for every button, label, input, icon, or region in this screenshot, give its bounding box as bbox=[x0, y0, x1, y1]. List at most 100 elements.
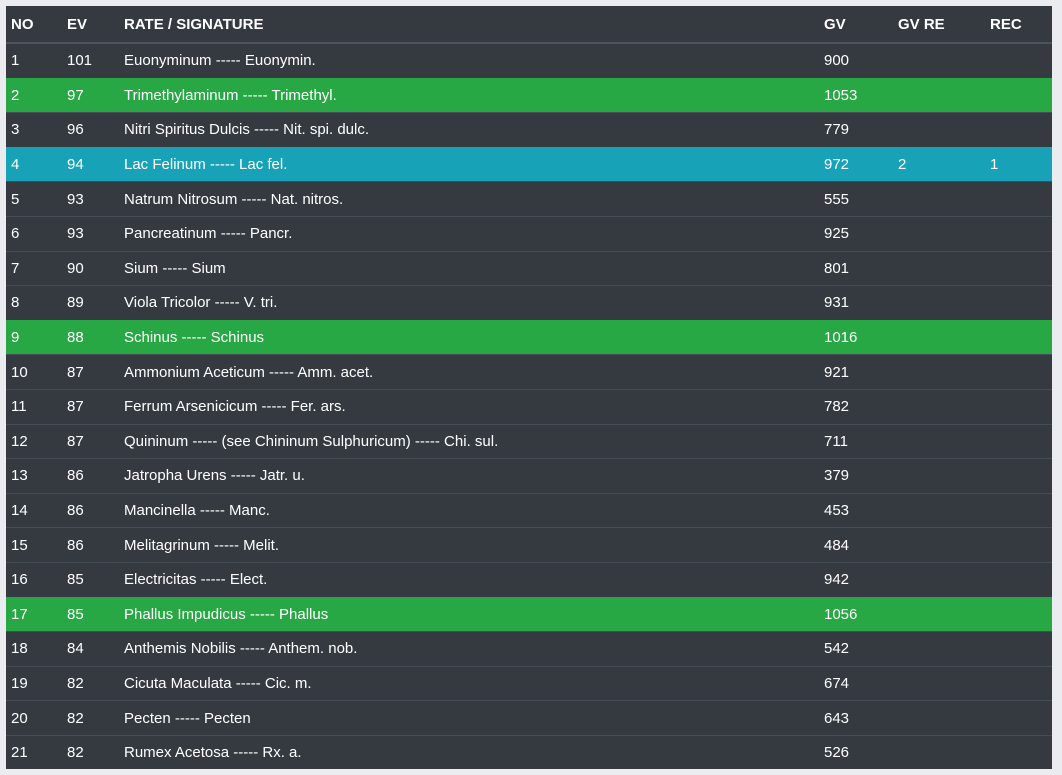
cell-gv: 972 bbox=[818, 146, 893, 182]
cell-ev: 86 bbox=[62, 527, 122, 563]
cell-gv-re bbox=[893, 354, 985, 390]
cell-gv-re bbox=[893, 181, 985, 217]
cell-rec bbox=[985, 388, 1052, 425]
cell-rate-signature: Nitri Spiritus Dulcis ----- Nit. spi. du… bbox=[122, 112, 818, 148]
cell-gv: 542 bbox=[818, 631, 893, 667]
cell-ev: 85 bbox=[62, 561, 122, 597]
header-rate-signature[interactable]: RATE / SIGNATURE bbox=[122, 6, 818, 44]
cell-gv: 379 bbox=[818, 458, 893, 494]
table-row[interactable]: 16 85 Electricitas ----- Elect. 942 bbox=[6, 561, 1052, 597]
table-row[interactable]: 21 82 Rumex Acetosa ----- Rx. a. 526 bbox=[6, 734, 1052, 769]
cell-rate-signature: Trimethylaminum ----- Trimethyl. bbox=[122, 77, 818, 113]
cell-rec bbox=[985, 181, 1052, 217]
cell-rec bbox=[985, 354, 1052, 390]
cell-rate-signature: Ferrum Arsenicicum ----- Fer. ars. bbox=[122, 388, 818, 425]
cell-ev: 89 bbox=[62, 285, 122, 321]
cell-gv-re bbox=[893, 250, 985, 286]
cell-gv: 801 bbox=[818, 250, 893, 286]
cell-gv: 1053 bbox=[818, 77, 893, 113]
table-row[interactable]: 17 85 Phallus Impudicus ----- Phallus 1056 bbox=[6, 596, 1052, 632]
cell-no: 12 bbox=[6, 423, 62, 459]
table-row[interactable]: 4 94 Lac Felinum ----- Lac fel. 972 2 1 bbox=[6, 146, 1052, 182]
cell-no: 8 bbox=[6, 285, 62, 321]
cell-ev: 93 bbox=[62, 181, 122, 217]
table-row[interactable]: 6 93 Pancreatinum ----- Pancr. 925 bbox=[6, 215, 1052, 252]
table-row[interactable]: 20 82 Pecten ----- Pecten 643 bbox=[6, 700, 1052, 736]
cell-rate-signature: Pancreatinum ----- Pancr. bbox=[122, 215, 818, 252]
cell-rate-signature: Lac Felinum ----- Lac fel. bbox=[122, 146, 818, 182]
cell-gv-re bbox=[893, 631, 985, 667]
cell-ev: 87 bbox=[62, 354, 122, 390]
table-row[interactable]: 1 101 Euonyminum ----- Euonymin. 900 bbox=[6, 42, 1052, 79]
cell-rate-signature: Quininum ----- (see Chininum Sulphuricum… bbox=[122, 423, 818, 459]
cell-gv: 782 bbox=[818, 388, 893, 425]
cell-no: 15 bbox=[6, 527, 62, 563]
cell-no: 11 bbox=[6, 388, 62, 425]
cell-gv-re bbox=[893, 112, 985, 148]
cell-rec bbox=[985, 77, 1052, 113]
cell-gv-re bbox=[893, 492, 985, 528]
cell-ev: 84 bbox=[62, 631, 122, 667]
table-row[interactable]: 15 86 Melitagrinum ----- Melit. 484 bbox=[6, 527, 1052, 563]
header-gv-re[interactable]: GV RE bbox=[893, 6, 985, 44]
cell-rec bbox=[985, 250, 1052, 286]
cell-rec bbox=[985, 665, 1052, 701]
cell-no: 4 bbox=[6, 146, 62, 182]
cell-rec bbox=[985, 596, 1052, 632]
table-row[interactable]: 12 87 Quininum ----- (see Chininum Sulphur… bbox=[6, 423, 1052, 459]
table-row[interactable]: 8 89 Viola Tricolor ----- V. tri. 931 bbox=[6, 285, 1052, 321]
cell-rate-signature: Sium ----- Sium bbox=[122, 250, 818, 286]
cell-ev: 93 bbox=[62, 215, 122, 252]
header-gv[interactable]: GV bbox=[818, 6, 893, 44]
table-row[interactable]: 3 96 Nitri Spiritus Dulcis ----- Nit. spi.… bbox=[6, 112, 1052, 148]
cell-no: 14 bbox=[6, 492, 62, 528]
cell-rate-signature: Natrum Nitrosum ----- Nat. nitros. bbox=[122, 181, 818, 217]
cell-rate-signature: Melitagrinum ----- Melit. bbox=[122, 527, 818, 563]
cell-rec bbox=[985, 42, 1052, 79]
cell-ev: 85 bbox=[62, 596, 122, 632]
cell-no: 19 bbox=[6, 665, 62, 701]
cell-gv: 779 bbox=[818, 112, 893, 148]
table-row[interactable]: 2 97 Trimethylaminum ----- Trimethyl. 1053 bbox=[6, 77, 1052, 113]
cell-rate-signature: Cicuta Maculata ----- Cic. m. bbox=[122, 665, 818, 701]
cell-gv: 674 bbox=[818, 665, 893, 701]
table-row[interactable]: 13 86 Jatropha Urens ----- Jatr. u. 379 bbox=[6, 458, 1052, 494]
table-row[interactable]: 18 84 Anthemis Nobilis ----- Anthem. nob. 5… bbox=[6, 631, 1052, 667]
cell-gv: 643 bbox=[818, 700, 893, 736]
cell-ev: 88 bbox=[62, 319, 122, 355]
table-row[interactable]: 10 87 Ammonium Aceticum ----- Amm. acet. 92… bbox=[6, 354, 1052, 390]
cell-gv: 711 bbox=[818, 423, 893, 459]
cell-rate-signature: Pecten ----- Pecten bbox=[122, 700, 818, 736]
table-row[interactable]: 19 82 Cicuta Maculata ----- Cic. m. 674 bbox=[6, 665, 1052, 701]
cell-no: 1 bbox=[6, 42, 62, 79]
cell-ev: 94 bbox=[62, 146, 122, 182]
table-row[interactable]: 11 87 Ferrum Arsenicicum ----- Fer. ars. 78… bbox=[6, 388, 1052, 425]
cell-ev: 86 bbox=[62, 492, 122, 528]
table-row[interactable]: 14 86 Mancinella ----- Manc. 453 bbox=[6, 492, 1052, 528]
table-row[interactable]: 7 90 Sium ----- Sium 801 bbox=[6, 250, 1052, 286]
cell-no: 5 bbox=[6, 181, 62, 217]
cell-rec bbox=[985, 631, 1052, 667]
header-rec[interactable]: REC bbox=[985, 6, 1052, 44]
cell-gv: 900 bbox=[818, 42, 893, 79]
table-row[interactable]: 5 93 Natrum Nitrosum ----- Nat. nitros. 555 bbox=[6, 181, 1052, 217]
cell-rec bbox=[985, 215, 1052, 252]
cell-ev: 101 bbox=[62, 42, 122, 79]
cell-gv-re bbox=[893, 423, 985, 459]
results-table-container: NO EV RATE / SIGNATURE GV GV RE REC 1 101… bbox=[6, 6, 1052, 769]
table-row[interactable]: 9 88 Schinus ----- Schinus 1016 bbox=[6, 319, 1052, 355]
header-ev[interactable]: EV bbox=[62, 6, 122, 44]
cell-no: 3 bbox=[6, 112, 62, 148]
cell-rec bbox=[985, 423, 1052, 459]
cell-ev: 90 bbox=[62, 250, 122, 286]
cell-rate-signature: Rumex Acetosa ----- Rx. a. bbox=[122, 734, 818, 769]
header-no[interactable]: NO bbox=[6, 6, 62, 44]
cell-gv-re: 2 bbox=[893, 146, 985, 182]
cell-no: 13 bbox=[6, 458, 62, 494]
cell-gv: 526 bbox=[818, 734, 893, 769]
cell-gv-re bbox=[893, 665, 985, 701]
cell-ev: 97 bbox=[62, 77, 122, 113]
cell-gv-re bbox=[893, 215, 985, 252]
cell-gv: 484 bbox=[818, 527, 893, 563]
cell-rate-signature: Mancinella ----- Manc. bbox=[122, 492, 818, 528]
